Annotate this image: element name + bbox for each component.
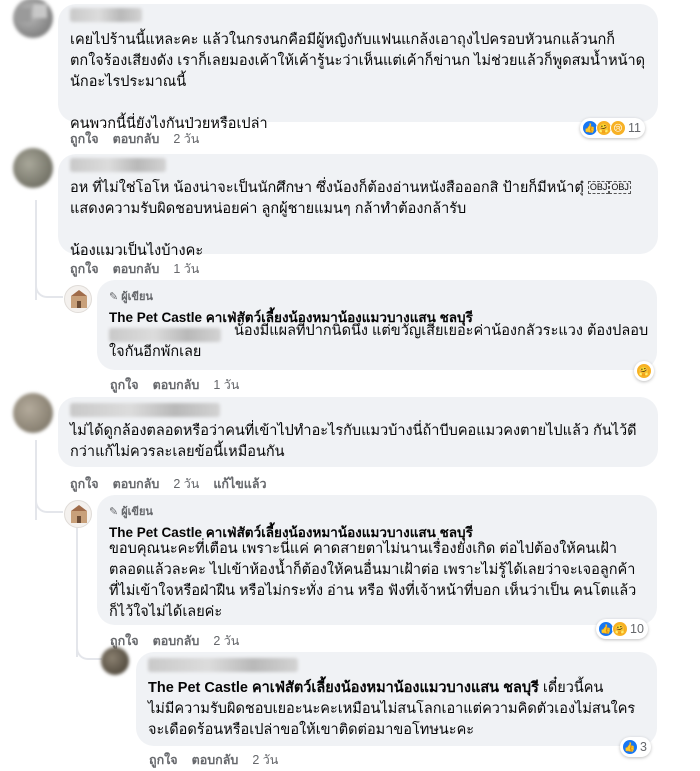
obj-glyph: OBJ [587,181,610,194]
comment-actions: ถูกใจ ตอบกลับ 2 วัน [70,129,199,149]
timestamp[interactable]: 2 วัน [252,750,278,770]
author-badge: ✎ ผู้เขียน [109,290,153,304]
edited-label[interactable]: แก้ไขแล้ว [213,474,266,494]
comment-text: อห ที่ไม่ใช่โอโห น้องน่าจะเป็นนักศึกษา ซ… [70,180,631,259]
reply-button[interactable]: ตอบกลับ [153,631,200,651]
like-button[interactable]: ถูกใจ [110,375,139,395]
reply-text: ขอบคุณนะคะที่เตือน เพราะนี่แค่ คาดสายตาไ… [109,541,637,620]
timestamp[interactable]: 2 วัน [173,474,199,494]
comment-actions: ถูกใจ ตอบกลับ 1 วัน [70,259,199,279]
reply-bubble: ✎ ผู้เขียน The Pet Castle คาเฟ่สัตว์เลี้ย… [97,495,657,625]
pencil-icon: ✎ [109,290,119,303]
timestamp[interactable]: 1 วัน [173,259,199,279]
timestamp[interactable]: 2 วัน [173,129,199,149]
avatar[interactable] [13,0,53,38]
reply-button[interactable]: ตอบกลับ [113,259,160,279]
reply-button[interactable]: ตอบกลับ [153,375,200,395]
like-button[interactable]: ถูกใจ [70,259,99,279]
reply-bubble: The Pet Castle คาเฟ่สัตว์เลี้ยงน้องหมาน้… [136,652,657,746]
comment-bubble: ไม่ได้ดูกล้องตลอดหรือว่าคนที่เข้าไปทำอะไ… [58,397,658,467]
comment-text: ไม่ได้ดูกล้องตลอดหรือว่าคนที่เข้าไปทำอะไ… [70,423,637,460]
avatar[interactable] [13,148,53,188]
reply-button[interactable]: ตอบกลับ [192,750,239,770]
comment-bubble: เคยไปร้านนี้แหละคะ แล้วในกรงนกคือมีผู้หญ… [58,4,658,132]
comment-bubble: อห ที่ไม่ใช่โอโห น้องน่าจะเป็นนักศึกษา ซ… [58,154,658,259]
like-button[interactable]: ถูกใจ [149,750,178,770]
thread-line [76,527,78,657]
commenter-name[interactable] [70,158,166,172]
reply-button[interactable]: ตอบกลับ [113,474,160,494]
care-icon: 🤗 [612,621,628,637]
obj-glyph: OBJ [609,181,631,194]
like-icon: 👍 [622,739,638,755]
reply-button[interactable]: ตอบกลับ [113,129,160,149]
comment-actions: ถูกใจ ตอบกลับ 2 วัน [110,631,239,651]
reply-text: น้องมีแผลที่ปากนิดนึง แต่ขวัญเสียเยอะค่า… [109,323,649,360]
avatar[interactable] [101,647,129,675]
timestamp[interactable]: 1 วัน [213,375,239,395]
sad-icon: 😢 [610,120,626,136]
reaction-summary[interactable]: 🤗 [634,361,654,381]
commenter-name[interactable] [148,658,298,672]
commenter-name[interactable] [70,8,142,22]
page-avatar[interactable] [64,500,92,528]
pencil-icon: ✎ [109,505,119,518]
reaction-count: 3 [640,740,647,754]
reaction-summary[interactable]: 👍 🤗 😢 11 [580,118,645,138]
timestamp[interactable]: 2 วัน [213,631,239,651]
thread-connector [35,495,63,513]
comment-actions: ถูกใจ ตอบกลับ 1 วัน [110,375,239,395]
care-icon: 🤗 [636,363,652,379]
reply-text-cont: ไม่มีความรับผิดชอบเยอะนะคะเหมือนไม่สนโลก… [148,701,636,738]
avatar[interactable] [13,393,53,433]
reply-text: The Pet Castle คาเฟ่สัตว์เลี้ยงน้องหมาน้… [148,680,604,696]
author-badge: ✎ ผู้เขียน [109,505,153,519]
reaction-summary[interactable]: 👍 🤗 10 [596,619,648,639]
commenter-name[interactable] [70,403,220,417]
comment-actions: ถูกใจ ตอบกลับ 2 วัน [149,750,278,770]
reaction-count: 11 [628,121,641,135]
thread-connector [76,640,102,660]
like-button[interactable]: ถูกใจ [70,474,99,494]
comment-actions: ถูกใจ ตอบกลับ 2 วัน แก้ไขแล้ว [70,474,267,494]
reply-bubble: ✎ ผู้เขียน The Pet Castle คาเฟ่สัตว์เลี้ย… [97,280,657,370]
reaction-count: 10 [630,622,644,636]
page-mention-link[interactable]: The Pet Castle คาเฟ่สัตว์เลี้ยงน้องหมาน้… [148,680,539,696]
thread-connector [35,280,63,298]
reaction-summary[interactable]: 👍 3 [620,737,651,757]
page-avatar[interactable] [64,285,92,313]
comment-text: เคยไปร้านนี้แหละคะ แล้วในกรงนกคือมีผู้หญ… [70,32,646,132]
like-button[interactable]: ถูกใจ [70,129,99,149]
